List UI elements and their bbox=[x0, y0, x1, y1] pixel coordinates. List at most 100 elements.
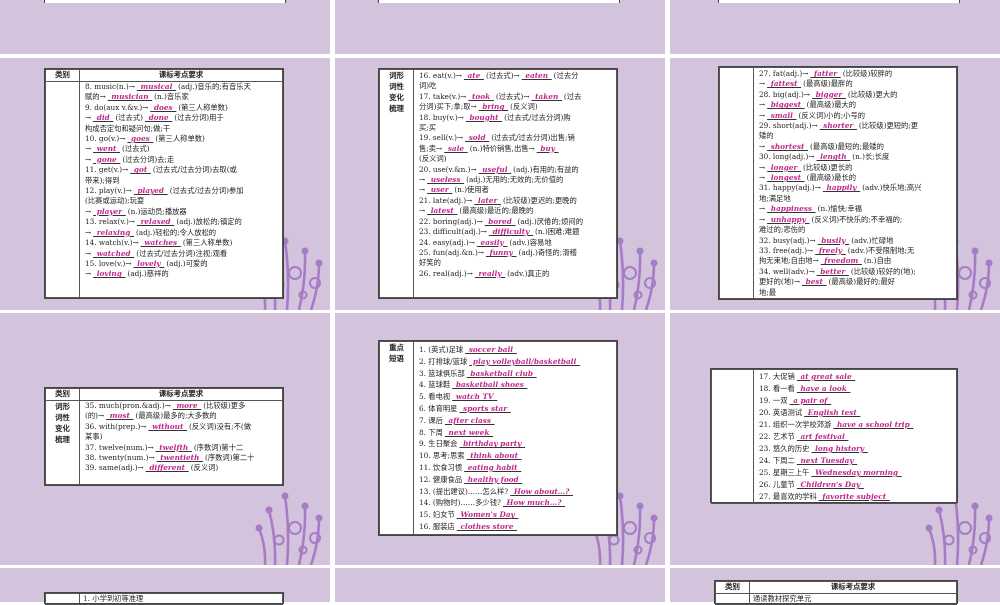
answer-blank: more bbox=[172, 401, 202, 410]
vocab-line: 27. fat(adj.)→ fatter (比较级)较胖的 bbox=[757, 69, 953, 79]
answer-blank: best bbox=[802, 277, 827, 287]
answer-blank: without bbox=[148, 421, 187, 431]
answer-blank: played bbox=[133, 186, 168, 196]
answer-blank: longer bbox=[767, 162, 801, 172]
card-content: 16. eat(v.)→ ate (过去式)→ eaten (过去分 词)吃 17.… bbox=[413, 69, 617, 298]
line-text: (过去式) bbox=[122, 144, 150, 154]
vocab-line: 20. use(v.&n.)→ useful (adj.)有用的;有益的 bbox=[417, 165, 613, 175]
answer-blank: relaxing bbox=[93, 227, 134, 237]
card-content: 1. (英式)足球 soccer ball 2. 打排球/篮球 play vol… bbox=[413, 341, 617, 535]
line-text: → bbox=[419, 185, 426, 195]
answer-blank: watch TV bbox=[452, 392, 498, 402]
slide-top-middle bbox=[335, 0, 665, 54]
vocab-line: → biggest (最高级)最大的 bbox=[757, 100, 953, 110]
line-text: (n.)使用者 bbox=[454, 185, 489, 195]
vocab-line: 矮的 bbox=[757, 131, 953, 141]
vocab-card-1: 类别 课标考点要求 8. music(n.)→ musical (adj.)音乐的… bbox=[44, 68, 284, 299]
vocab-line: 25. fun(adj.&n.)→ funny (adj.)奇怪的;滑稽 bbox=[417, 248, 613, 258]
line-text: 赋的→ bbox=[85, 92, 106, 102]
answer-blank: at great sale bbox=[796, 372, 856, 381]
line-text: → bbox=[419, 175, 426, 185]
vocab-card-3: 27. fat(adj.)→ fatter (比较级)较胖的 → fattest … bbox=[718, 66, 958, 300]
line-text: (反义词)没有;不(做 bbox=[189, 421, 252, 431]
line-text: → bbox=[759, 110, 766, 120]
answer-blank: after class bbox=[444, 415, 495, 425]
bottom-card-right: 类别 课标考点要求 通读教材探究单元 bbox=[714, 580, 958, 605]
line-text: 8. 下周 bbox=[419, 427, 443, 437]
line-text: 14. (购物时)……多少钱? bbox=[419, 498, 501, 508]
line-text: (最高级)最长的 bbox=[806, 173, 857, 183]
vocab-line: 分词)买下;拿;取→ bring (反义词) bbox=[417, 102, 613, 112]
phrase-item: 12. 健康食品 healthy food bbox=[417, 474, 613, 486]
vocab-line: 35. much(pron.&adj.)→ more (比较级)更多 bbox=[83, 401, 279, 411]
line-text: 28. big(adj.)→ bbox=[759, 89, 811, 99]
answer-blank: did bbox=[93, 113, 114, 123]
answer-blank: player bbox=[93, 206, 126, 216]
answer-blank: How much…? bbox=[502, 498, 566, 508]
bottom-card-left: 1. 小学到初等准理 bbox=[44, 592, 284, 605]
category-cell bbox=[719, 67, 754, 299]
line-text: 25. 星期三上午 bbox=[759, 468, 810, 477]
answer-blank: really bbox=[474, 268, 506, 278]
answer-blank: sports star bbox=[459, 403, 511, 413]
vocab-line: 21. late(adj.)→ later (比较级)更迟的;更晚的 bbox=[417, 196, 613, 206]
phrase-item: 23. 悠久的历史 long history bbox=[757, 443, 953, 455]
vocab-line: 28. big(adj.)→ bigger (比较级)更大的 bbox=[757, 90, 953, 100]
line-text: 11. get(v.)→ bbox=[85, 165, 129, 175]
answer-blank: difficulty bbox=[488, 227, 534, 237]
line-text: 22. boring(adj.)→ bbox=[419, 216, 483, 226]
line-text: 4. 篮球鞋 bbox=[419, 380, 451, 390]
answer-blank: ate bbox=[463, 71, 484, 80]
line-text: 3. 篮球俱乐部 bbox=[419, 368, 465, 378]
answer-blank: eaten bbox=[521, 71, 552, 80]
vocab-line: 12. play(v.)→ played (过去式/过去分词)参加 bbox=[83, 186, 279, 196]
answer-blank: healthy food bbox=[464, 474, 523, 484]
phrase-item: 1. (英式)足球 soccer ball bbox=[417, 344, 613, 356]
line-text: 9. do(aux v.&v.)→ bbox=[85, 102, 149, 112]
header-category: 类别 bbox=[45, 69, 80, 82]
line-text: (比较级)更大的 bbox=[847, 89, 898, 99]
vocab-line: 10. go(v.)→ goes (第三人称单数) bbox=[83, 134, 279, 144]
phrase-item: 9. 生日聚会 birthday party bbox=[417, 438, 613, 450]
line-text: → bbox=[759, 100, 766, 110]
answer-blank: useless bbox=[427, 175, 465, 185]
phrase-item: 6. 体育明星 sports star bbox=[417, 403, 613, 415]
answer-blank: next week bbox=[444, 427, 494, 437]
answer-blank: watched bbox=[93, 248, 135, 258]
line-text: → bbox=[85, 248, 92, 258]
line-text: 1. (英式)足球 bbox=[419, 345, 464, 354]
line-text: (过去分词)去;走 bbox=[122, 154, 175, 164]
answer-blank: relaxed bbox=[136, 217, 175, 227]
answer-blank: useful bbox=[478, 164, 512, 174]
line-text: (最高级)最好的;最好 bbox=[828, 277, 896, 287]
phrase-item: 22. 艺术节 art festival bbox=[757, 431, 953, 443]
phrase-item: 11. 饮食习惯 eating habit bbox=[417, 462, 613, 474]
line-text: (adj.)无用的;无效的;无价值的 bbox=[466, 175, 564, 185]
line-text: 12. 健康食品 bbox=[419, 474, 463, 484]
line-text: 19. 一双 bbox=[759, 396, 788, 405]
line-text: 38. twenty(num.)→ bbox=[85, 453, 155, 463]
vocab-line: → small (反义词)小的;小号的 bbox=[757, 111, 953, 121]
answer-blank: English test bbox=[804, 408, 861, 417]
line-text: 23. difficult(adj.)→ bbox=[419, 227, 487, 237]
line-text: (反义词)小的;小号的 bbox=[798, 110, 866, 120]
line-text: (adj.)厌倦的;烦闷的 bbox=[517, 216, 583, 226]
vocab-line: 15. love(v.)→ lovely (adj.)可爱的 bbox=[83, 259, 279, 269]
answer-blank: a pair of bbox=[789, 396, 832, 405]
answer-blank: How about…? bbox=[510, 486, 574, 496]
slide-bottom-middle bbox=[335, 568, 665, 602]
line-text: (n.)音乐家 bbox=[154, 92, 189, 102]
line-text: (过去式)→ bbox=[485, 71, 520, 80]
header-requirement: 课标考点要求 bbox=[79, 69, 283, 82]
answer-blank: loving bbox=[93, 269, 126, 279]
line-text: 1. 小学到初等准理 bbox=[83, 594, 144, 603]
vocab-line: 17. take(v.)→ took (过去式)→ taken (过去 bbox=[417, 92, 613, 102]
line-text: 13. (提出建议)……怎么样? bbox=[419, 486, 509, 496]
answer-blank: next Tuesday bbox=[796, 456, 858, 465]
line-text: (adj.)放松的;镇定的 bbox=[176, 217, 242, 227]
answer-blank: basketball club bbox=[466, 368, 537, 378]
line-text: (第三人称单数) bbox=[155, 134, 205, 144]
line-text: 难过的;悲伤的 bbox=[759, 225, 806, 235]
line-text: (比较级)更多 bbox=[203, 401, 246, 410]
answer-blank: lovely bbox=[133, 258, 165, 268]
